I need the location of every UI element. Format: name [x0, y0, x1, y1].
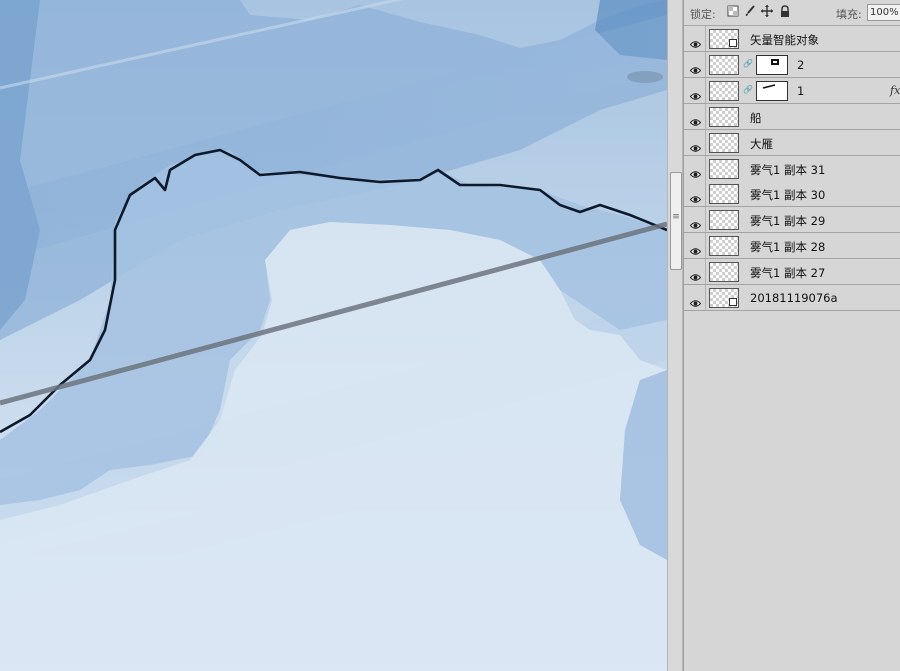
layer-row[interactable]: 雾气1 副本 28 — [684, 233, 900, 260]
visibility-eye-icon[interactable] — [689, 112, 702, 126]
canvas-scrollbar[interactable]: ≡ — [667, 0, 683, 671]
layer-name[interactable]: 20181119076a — [750, 291, 838, 305]
column-divider — [705, 207, 706, 233]
visibility-eye-icon[interactable] — [689, 86, 702, 100]
layer-row[interactable]: 🔗 2 — [684, 51, 900, 78]
column-divider — [705, 155, 706, 181]
layer-row[interactable]: 雾气1 副本 31 — [684, 155, 900, 182]
layer-row[interactable]: 雾气1 副本 29 — [684, 207, 900, 234]
layer-row[interactable]: 矢量智能对象 — [684, 26, 900, 52]
mask-link-icon[interactable]: 🔗 — [743, 85, 753, 94]
column-divider — [705, 285, 706, 310]
layer-thumbnail[interactable] — [709, 262, 739, 283]
layer-name[interactable]: 雾气1 副本 28 — [750, 239, 825, 255]
lock-label: 锁定: — [690, 8, 716, 21]
layer-thumbnail[interactable] — [709, 132, 739, 153]
visibility-eye-icon[interactable] — [689, 189, 702, 204]
layer-thumbnail[interactable] — [709, 54, 739, 75]
column-divider — [705, 129, 706, 155]
document-canvas[interactable] — [0, 0, 667, 671]
visibility-eye-icon[interactable] — [689, 215, 702, 230]
layer-thumbnail[interactable] — [709, 184, 739, 205]
layer-thumbnail[interactable] — [709, 29, 739, 49]
lock-toolbar: 锁定: 填充: 100% — [684, 0, 900, 26]
lock-move-icon[interactable] — [760, 5, 773, 18]
layer-thumbnail[interactable] — [709, 288, 739, 308]
layers-panel: 锁定: 填充: 100% 矢量智能对象 🔗 2 🔗 1 fx 船大雁 雾气1 副本 31 雾气1… — [683, 0, 900, 671]
visibility-eye-icon[interactable] — [689, 164, 702, 178]
layer-name[interactable]: 雾气1 副本 29 — [750, 213, 825, 229]
layer-name[interactable]: 1 — [797, 84, 804, 98]
fill-label: 填充: — [836, 8, 862, 21]
layer-effects-icon[interactable]: fx — [890, 84, 900, 97]
visibility-eye-icon[interactable] — [689, 267, 702, 281]
column-divider — [705, 51, 706, 77]
column-divider — [705, 259, 706, 285]
mask-link-icon[interactable]: 🔗 — [743, 59, 753, 68]
column-divider — [705, 233, 706, 259]
column-divider — [705, 181, 706, 207]
layer-name[interactable]: 雾气1 副本 30 — [750, 187, 825, 203]
lock-all-icon[interactable] — [778, 5, 791, 18]
column-divider — [705, 103, 706, 129]
scrollbar-thumb[interactable]: ≡ — [670, 172, 682, 270]
visibility-eye-icon[interactable] — [689, 293, 702, 307]
layer-thumbnail[interactable] — [709, 158, 739, 179]
layer-row[interactable]: 雾气1 副本 30 — [684, 181, 900, 208]
layer-name[interactable]: 大雁 — [750, 136, 773, 152]
layer-name[interactable]: 雾气1 副本 31 — [750, 162, 825, 178]
layer-row[interactable]: 船 — [684, 103, 900, 130]
layer-row[interactable]: 20181119076a — [684, 285, 900, 311]
visibility-eye-icon[interactable] — [689, 34, 702, 48]
layer-thumbnail[interactable] — [709, 210, 739, 231]
layer-name[interactable]: 2 — [797, 58, 804, 72]
lock-brush-icon[interactable] — [743, 5, 756, 18]
layer-row[interactable]: 雾气1 副本 27 — [684, 259, 900, 286]
fill-input[interactable]: 100% — [867, 4, 900, 21]
ink-painting-artwork — [0, 0, 667, 671]
visibility-eye-icon[interactable] — [689, 60, 702, 74]
lock-transparent-icon[interactable] — [726, 5, 739, 18]
column-divider — [705, 77, 706, 103]
visibility-eye-icon[interactable] — [689, 138, 702, 152]
scrollbar-grip-icon: ≡ — [672, 212, 680, 222]
layer-row[interactable]: 🔗 1 fx — [684, 77, 900, 104]
layer-thumbnail[interactable] — [709, 80, 739, 101]
layer-mask-thumbnail[interactable] — [756, 80, 788, 101]
layer-thumbnail[interactable] — [709, 106, 739, 127]
layer-row[interactable]: 大雁 — [684, 129, 900, 156]
layer-name[interactable]: 船 — [750, 110, 762, 126]
layer-name[interactable]: 矢量智能对象 — [750, 32, 819, 48]
layer-mask-thumbnail[interactable] — [756, 54, 788, 75]
column-divider — [705, 26, 706, 51]
visibility-eye-icon[interactable] — [689, 241, 702, 255]
layer-thumbnail[interactable] — [709, 236, 739, 257]
layer-name[interactable]: 雾气1 副本 27 — [750, 265, 825, 281]
